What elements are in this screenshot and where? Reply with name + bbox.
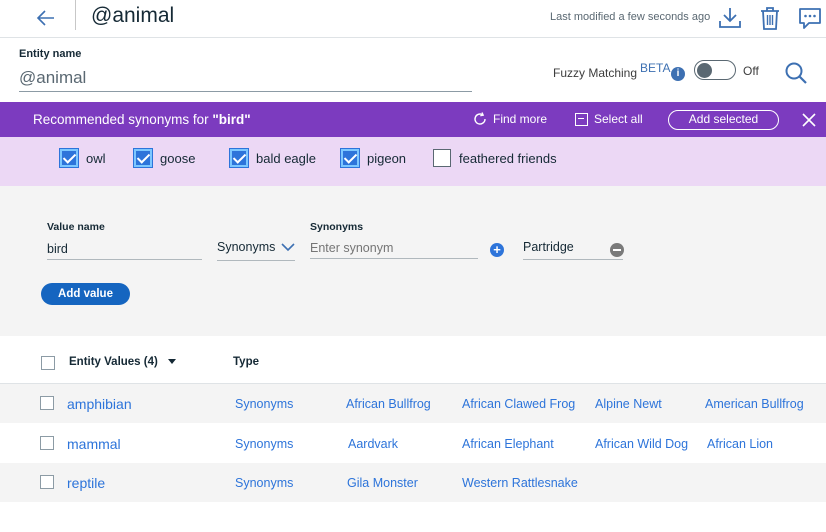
synonym-cell: African Wild Dog	[595, 437, 689, 451]
table-row: mammal Synonyms Aardvark African Elephan…	[0, 424, 826, 463]
recommended-synonyms-banner: Recommended synonyms for "bird" Find mor…	[0, 102, 826, 137]
synonym-cell: American Bullfrog	[705, 397, 804, 411]
table-header: Entity Values (4) Type	[0, 342, 826, 384]
suggestion-checkbox[interactable]	[134, 149, 152, 167]
toggle-state-text: Off	[743, 64, 759, 78]
add-selected-button[interactable]: Add selected	[668, 110, 779, 130]
chevron-down-icon	[281, 242, 295, 251]
add-synonym-button[interactable]: +	[490, 243, 504, 257]
fuzzy-matching-label: Fuzzy Matching	[553, 66, 638, 80]
sort-caret-icon	[168, 359, 177, 364]
synonyms-label: Synonyms	[310, 221, 364, 233]
header-divider	[75, 0, 76, 30]
page-header: @animal Last modified a few seconds ago	[0, 0, 826, 38]
entity-value-name[interactable]: reptile	[67, 475, 105, 491]
suggestion-item[interactable]: pigeon	[341, 149, 406, 167]
value-type-selected: Synonyms	[217, 240, 276, 254]
synonym-cell: Aardvark	[348, 437, 399, 451]
page-title: @animal	[91, 4, 175, 27]
banner-title: Recommended synonyms for "bird"	[33, 112, 251, 127]
last-modified-text: Last modified a few seconds ago	[550, 11, 711, 23]
row-type[interactable]: Synonyms	[235, 437, 293, 451]
table-row: reptile Synonyms Gila Monster Western Ra…	[0, 463, 826, 502]
suggestion-checkbox[interactable]	[433, 149, 451, 167]
suggestion-list: owl goose bald eagle pigeon feathered fr…	[0, 137, 826, 186]
row-type[interactable]: Synonyms	[235, 476, 293, 490]
suggestion-label: bald eagle	[256, 150, 316, 166]
synonym-cell: African Elephant	[462, 437, 554, 451]
entity-value-name[interactable]: mammal	[67, 436, 121, 452]
chat-icon[interactable]	[797, 5, 823, 31]
suggestion-item[interactable]: feathered friends	[433, 149, 557, 167]
add-value-panel	[0, 186, 826, 336]
value-name-label: Value name	[47, 221, 105, 233]
synonym-text: Partridge	[523, 240, 574, 254]
info-icon[interactable]: i	[671, 67, 685, 81]
find-more-label: Find more	[493, 112, 548, 126]
table-row: amphibian Synonyms African Bullfrog Afri…	[0, 384, 826, 423]
select-all-label: Select all	[594, 112, 643, 126]
row-checkbox[interactable]	[40, 396, 54, 410]
entity-value-name[interactable]: amphibian	[67, 396, 132, 412]
suggestion-label: pigeon	[367, 150, 407, 166]
value-type-dropdown[interactable]: Synonyms	[217, 240, 295, 254]
entity-name-input[interactable]	[19, 64, 472, 92]
close-icon[interactable]	[800, 111, 818, 129]
synonym-cell: African Bullfrog	[346, 397, 431, 411]
select-all-checkbox-icon	[575, 112, 588, 126]
add-value-button[interactable]: Add value	[41, 283, 130, 305]
entity-values-header-label: Entity Values (4)	[69, 356, 158, 368]
row-checkbox[interactable]	[40, 475, 54, 489]
fuzzy-matching-toggle[interactable]	[694, 60, 736, 80]
synonym-cell: African Lion	[707, 437, 774, 451]
row-type[interactable]: Synonyms	[235, 397, 293, 411]
synonym-input[interactable]	[310, 237, 478, 259]
synonym-cell: Alpine Newt	[595, 397, 662, 411]
suggestion-checkbox[interactable]	[230, 149, 248, 167]
download-icon[interactable]	[717, 5, 743, 31]
remove-synonym-button[interactable]	[610, 243, 624, 257]
synonym-entry: Partridge	[523, 240, 623, 260]
suggestion-item[interactable]: goose	[134, 149, 195, 167]
banner-title-word: "bird"	[212, 112, 251, 127]
dropdown-underline	[217, 260, 295, 261]
suggestion-item[interactable]: bald eagle	[230, 149, 316, 167]
entity-values-column-header[interactable]: Entity Values (4)	[69, 356, 177, 368]
beta-badge: BETA	[640, 61, 671, 75]
value-name-input[interactable]	[47, 238, 202, 260]
suggestion-item[interactable]: owl	[60, 149, 106, 167]
type-column-header: Type	[233, 356, 259, 368]
synonym-cell: African Clawed Frog	[462, 397, 576, 411]
toggle-knob	[697, 62, 712, 78]
trash-icon[interactable]	[757, 5, 783, 31]
suggestion-label: owl	[86, 150, 106, 166]
refresh-icon	[474, 112, 486, 125]
search-icon[interactable]	[783, 60, 809, 86]
synonym-cell: Gila Monster	[347, 476, 418, 490]
suggestion-label: feathered friends	[459, 150, 557, 166]
entity-name-label: Entity name	[19, 48, 82, 60]
banner-title-prefix: Recommended synonyms for	[33, 112, 209, 127]
row-checkbox[interactable]	[40, 436, 54, 450]
back-arrow-icon[interactable]	[34, 6, 58, 30]
select-all-rows-checkbox[interactable]	[41, 356, 55, 370]
suggestion-label: goose	[160, 150, 196, 166]
suggestion-checkbox[interactable]	[341, 149, 359, 167]
suggestion-checkbox[interactable]	[60, 149, 78, 167]
find-more-button[interactable]: Find more	[473, 112, 547, 126]
synonym-cell: Western Rattlesnake	[462, 476, 578, 490]
select-all-button[interactable]: Select all	[575, 112, 643, 126]
